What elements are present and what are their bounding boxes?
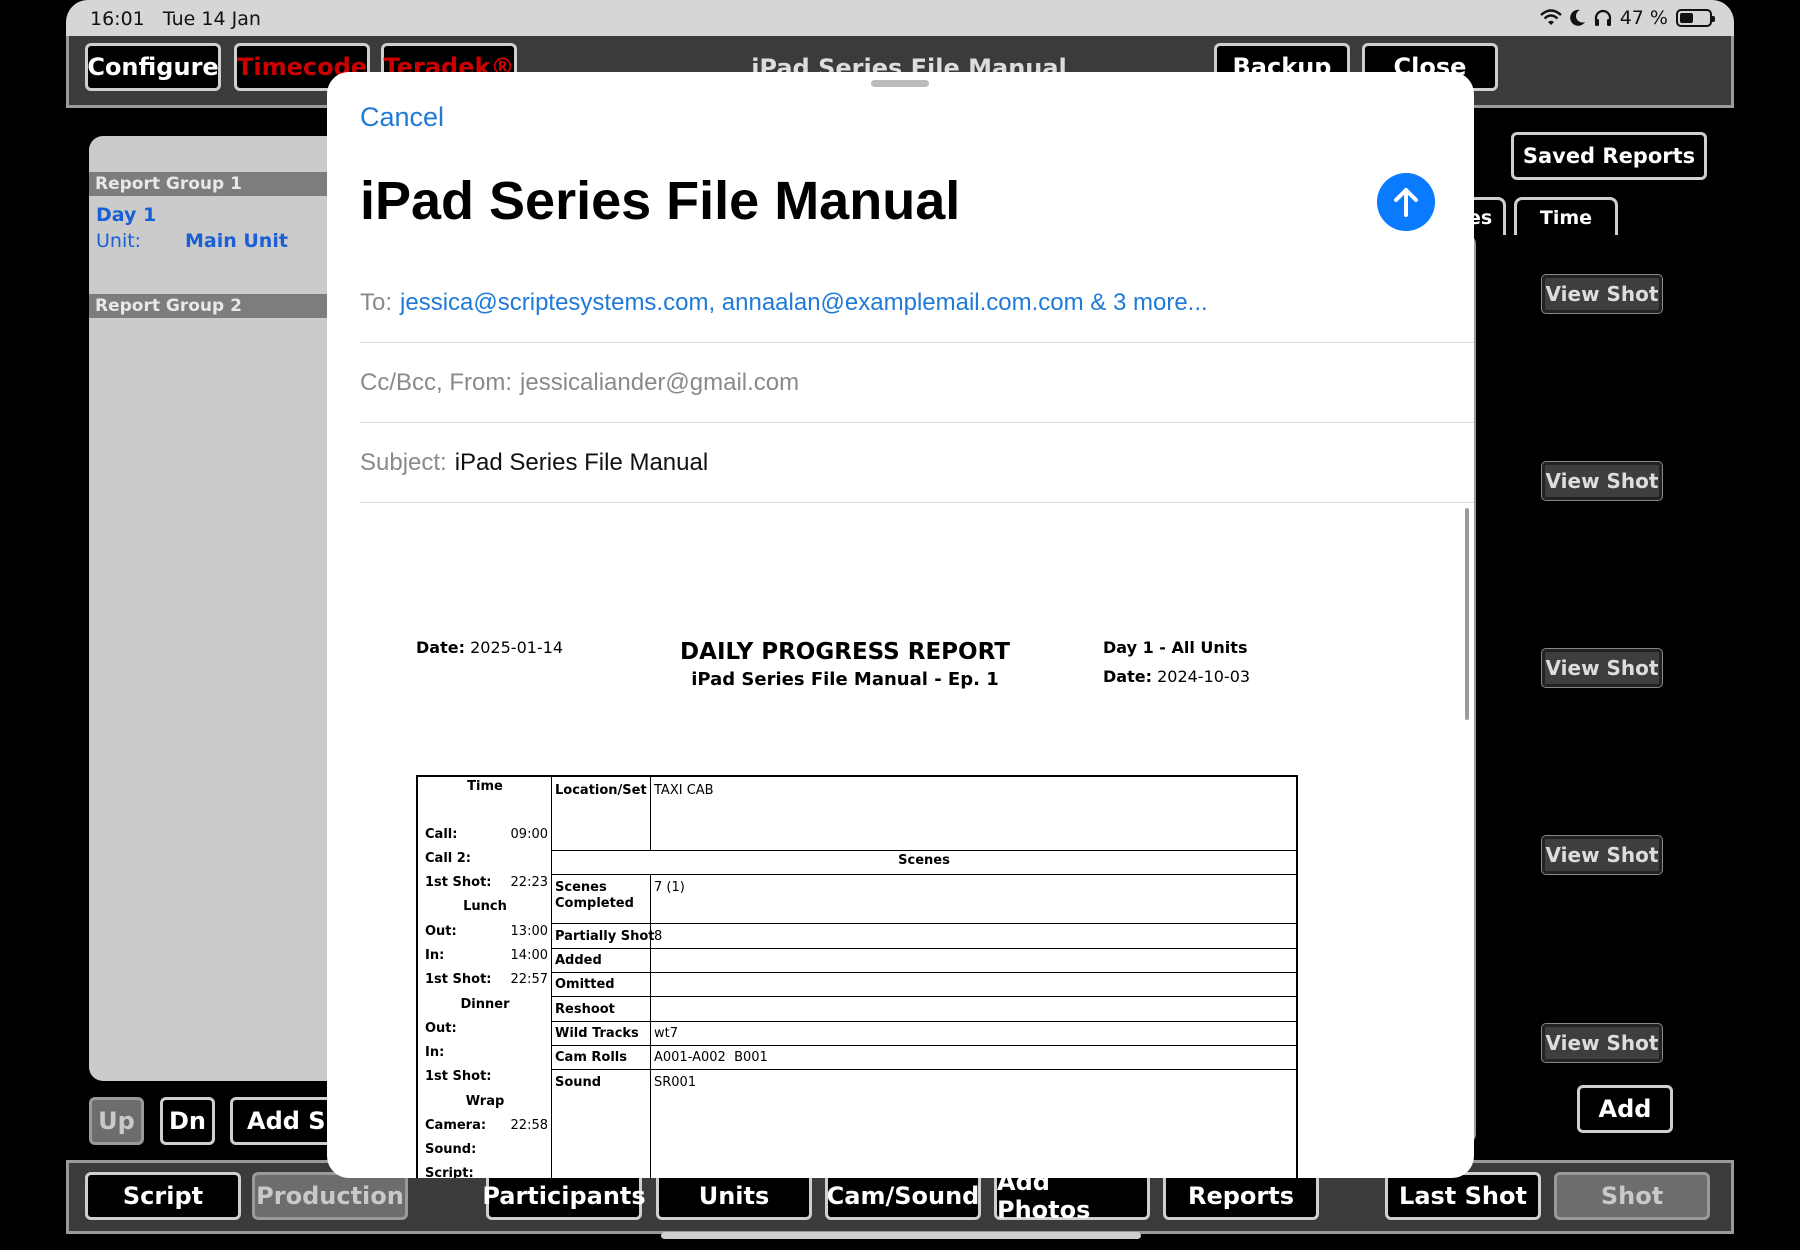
status-indicators: 47 % (1539, 7, 1715, 29)
time-row: 1st Shot: 22:57 (425, 972, 548, 987)
add-photos-button[interactable]: Add Photos (994, 1168, 1150, 1224)
to-recipients[interactable]: jessica@scriptesystems.com, annaalan@exa… (400, 289, 1208, 317)
up-button[interactable]: Up (89, 1097, 144, 1145)
location-value: TAXI CAB (654, 783, 714, 798)
omitted-label: Omitted (555, 977, 615, 992)
mail-compose-sheet: Cancel iPad Series File Manual To: jessi… (327, 72, 1474, 1178)
compose-title: iPad Series File Manual (360, 171, 961, 231)
row-line (552, 948, 1296, 949)
time-row: Out: 13:00 (425, 924, 548, 939)
add-button[interactable]: Add (1577, 1085, 1673, 1133)
sheet-grabber[interactable] (871, 80, 929, 87)
time-row: In: 14:00 (425, 948, 548, 963)
configure-button[interactable]: Configure (85, 43, 221, 91)
subject-input[interactable]: iPad Series File Manual (455, 449, 708, 477)
scroll-indicator[interactable] (1465, 508, 1469, 720)
wifi-icon (1539, 9, 1562, 25)
time-row: Sound: (425, 1142, 477, 1157)
moon-icon (1569, 9, 1585, 26)
row-line (552, 996, 1296, 997)
time-row: 1st Shot: 22:23 (425, 875, 548, 890)
unit-value[interactable]: Main Unit (185, 230, 288, 252)
row-line (552, 850, 1296, 851)
report-shoot-date: Date: 2024-10-03 (1103, 667, 1251, 686)
view-shot-button[interactable]: View Shot (1541, 835, 1663, 875)
subject-field[interactable]: Subject: iPad Series File Manual (360, 423, 1474, 503)
time-row: Out: (425, 1021, 457, 1036)
time-row: Camera: 22:58 (425, 1118, 548, 1133)
battery-percent: 47 % (1619, 7, 1668, 29)
down-button[interactable]: Dn (160, 1097, 215, 1145)
units-button[interactable]: Units (656, 1172, 812, 1220)
dinner-header: Dinner (460, 997, 510, 1012)
time-row: In: (425, 1045, 445, 1060)
to-field[interactable]: To: jessica@scriptesystems.com, annaalan… (360, 263, 1474, 343)
cc-from-field[interactable]: Cc/Bcc, From: jessicaliander@gmail.com (360, 343, 1474, 423)
report-title: DAILY PROGRESS REPORT (680, 639, 1010, 665)
partially-shot-value: 8 (654, 929, 663, 944)
day-item[interactable]: Day 1 (96, 204, 156, 226)
row-line (552, 1045, 1296, 1046)
status-bar: 16:01 Tue 14 Jan 47 % (66, 0, 1734, 36)
cell-divider (650, 874, 651, 1178)
production-button[interactable]: Production (252, 1172, 408, 1220)
view-shot-button[interactable]: View Shot (1541, 1023, 1663, 1063)
location-label: Location/Set (555, 783, 647, 798)
headphones-icon (1594, 9, 1611, 26)
saved-reports-button[interactable]: Saved Reports (1511, 132, 1707, 180)
wild-tracks-label: Wild Tracks (555, 1026, 639, 1041)
cancel-button[interactable]: Cancel (360, 102, 444, 133)
status-time: 16:01 Tue 14 Jan (90, 8, 261, 30)
sound-value: SR001 (654, 1075, 697, 1090)
time-row: Script: (425, 1166, 474, 1178)
sound-label: Sound (555, 1075, 602, 1090)
time-header: Time (467, 779, 503, 794)
cell-divider (650, 777, 651, 850)
cc-label: Cc/Bcc, From: (360, 368, 513, 396)
home-indicator[interactable] (661, 1232, 1141, 1239)
to-label: To: (360, 288, 393, 316)
script-button[interactable]: Script (85, 1172, 241, 1220)
unit-label: Unit: (96, 230, 142, 252)
reshoot-label: Reshoot (555, 1002, 615, 1017)
shot-button[interactable]: Shot (1554, 1172, 1710, 1220)
report-subtitle: iPad Series File Manual - Ep. 1 (691, 669, 999, 690)
cam-rolls-label: Cam Rolls (555, 1050, 627, 1065)
last-shot-button[interactable]: Last Shot (1385, 1172, 1541, 1220)
participants-button[interactable]: Participants (482, 1172, 646, 1220)
added-label: Added (555, 953, 602, 968)
row-line (552, 1021, 1296, 1022)
wild-tracks-value: wt7 (654, 1026, 679, 1041)
reports-button[interactable]: Reports (1163, 1172, 1319, 1220)
time-row: 1st Shot: (425, 1069, 492, 1084)
send-arrow-icon[interactable] (1377, 173, 1435, 231)
wrap-header: Wrap (465, 1094, 505, 1109)
lunch-header: Lunch (463, 899, 507, 914)
report-table: Time Call: 09:00 Call 2: 1st Shot: 22:23 L… (416, 775, 1298, 1178)
cam-sound-button[interactable]: Cam/Sound (825, 1172, 981, 1220)
cam-rolls-value: A001-A002 B001 (654, 1050, 768, 1065)
report-date: Date: 2025-01-14 (416, 638, 564, 657)
view-shot-button[interactable]: View Shot (1541, 648, 1663, 688)
time-row: Call: 09:00 (425, 827, 548, 842)
time-column: Time Call: 09:00 Call 2: 1st Shot: 22:23 L… (418, 777, 552, 1178)
time-row: Call 2: (425, 851, 471, 866)
subject-label: Subject: (360, 448, 447, 476)
scenes-header: Scenes (898, 853, 950, 868)
from-address[interactable]: jessicaliander@gmail.com (520, 369, 799, 397)
view-shot-button[interactable]: View Shot (1541, 274, 1663, 314)
battery-icon (1676, 9, 1715, 27)
scenes-completed-value: 7 (1) (654, 880, 685, 895)
report-day-units: Day 1 - All Units (1103, 638, 1248, 657)
row-line (552, 874, 1296, 875)
row-line (552, 1069, 1296, 1070)
view-shot-button[interactable]: View Shot (1541, 461, 1663, 501)
partially-shot-label: Partially Shot (555, 929, 655, 944)
row-line (552, 972, 1296, 973)
scenes-completed-label: Scenes Completed (555, 880, 634, 911)
tab-time[interactable]: Time (1514, 197, 1618, 235)
row-line (552, 923, 1296, 924)
